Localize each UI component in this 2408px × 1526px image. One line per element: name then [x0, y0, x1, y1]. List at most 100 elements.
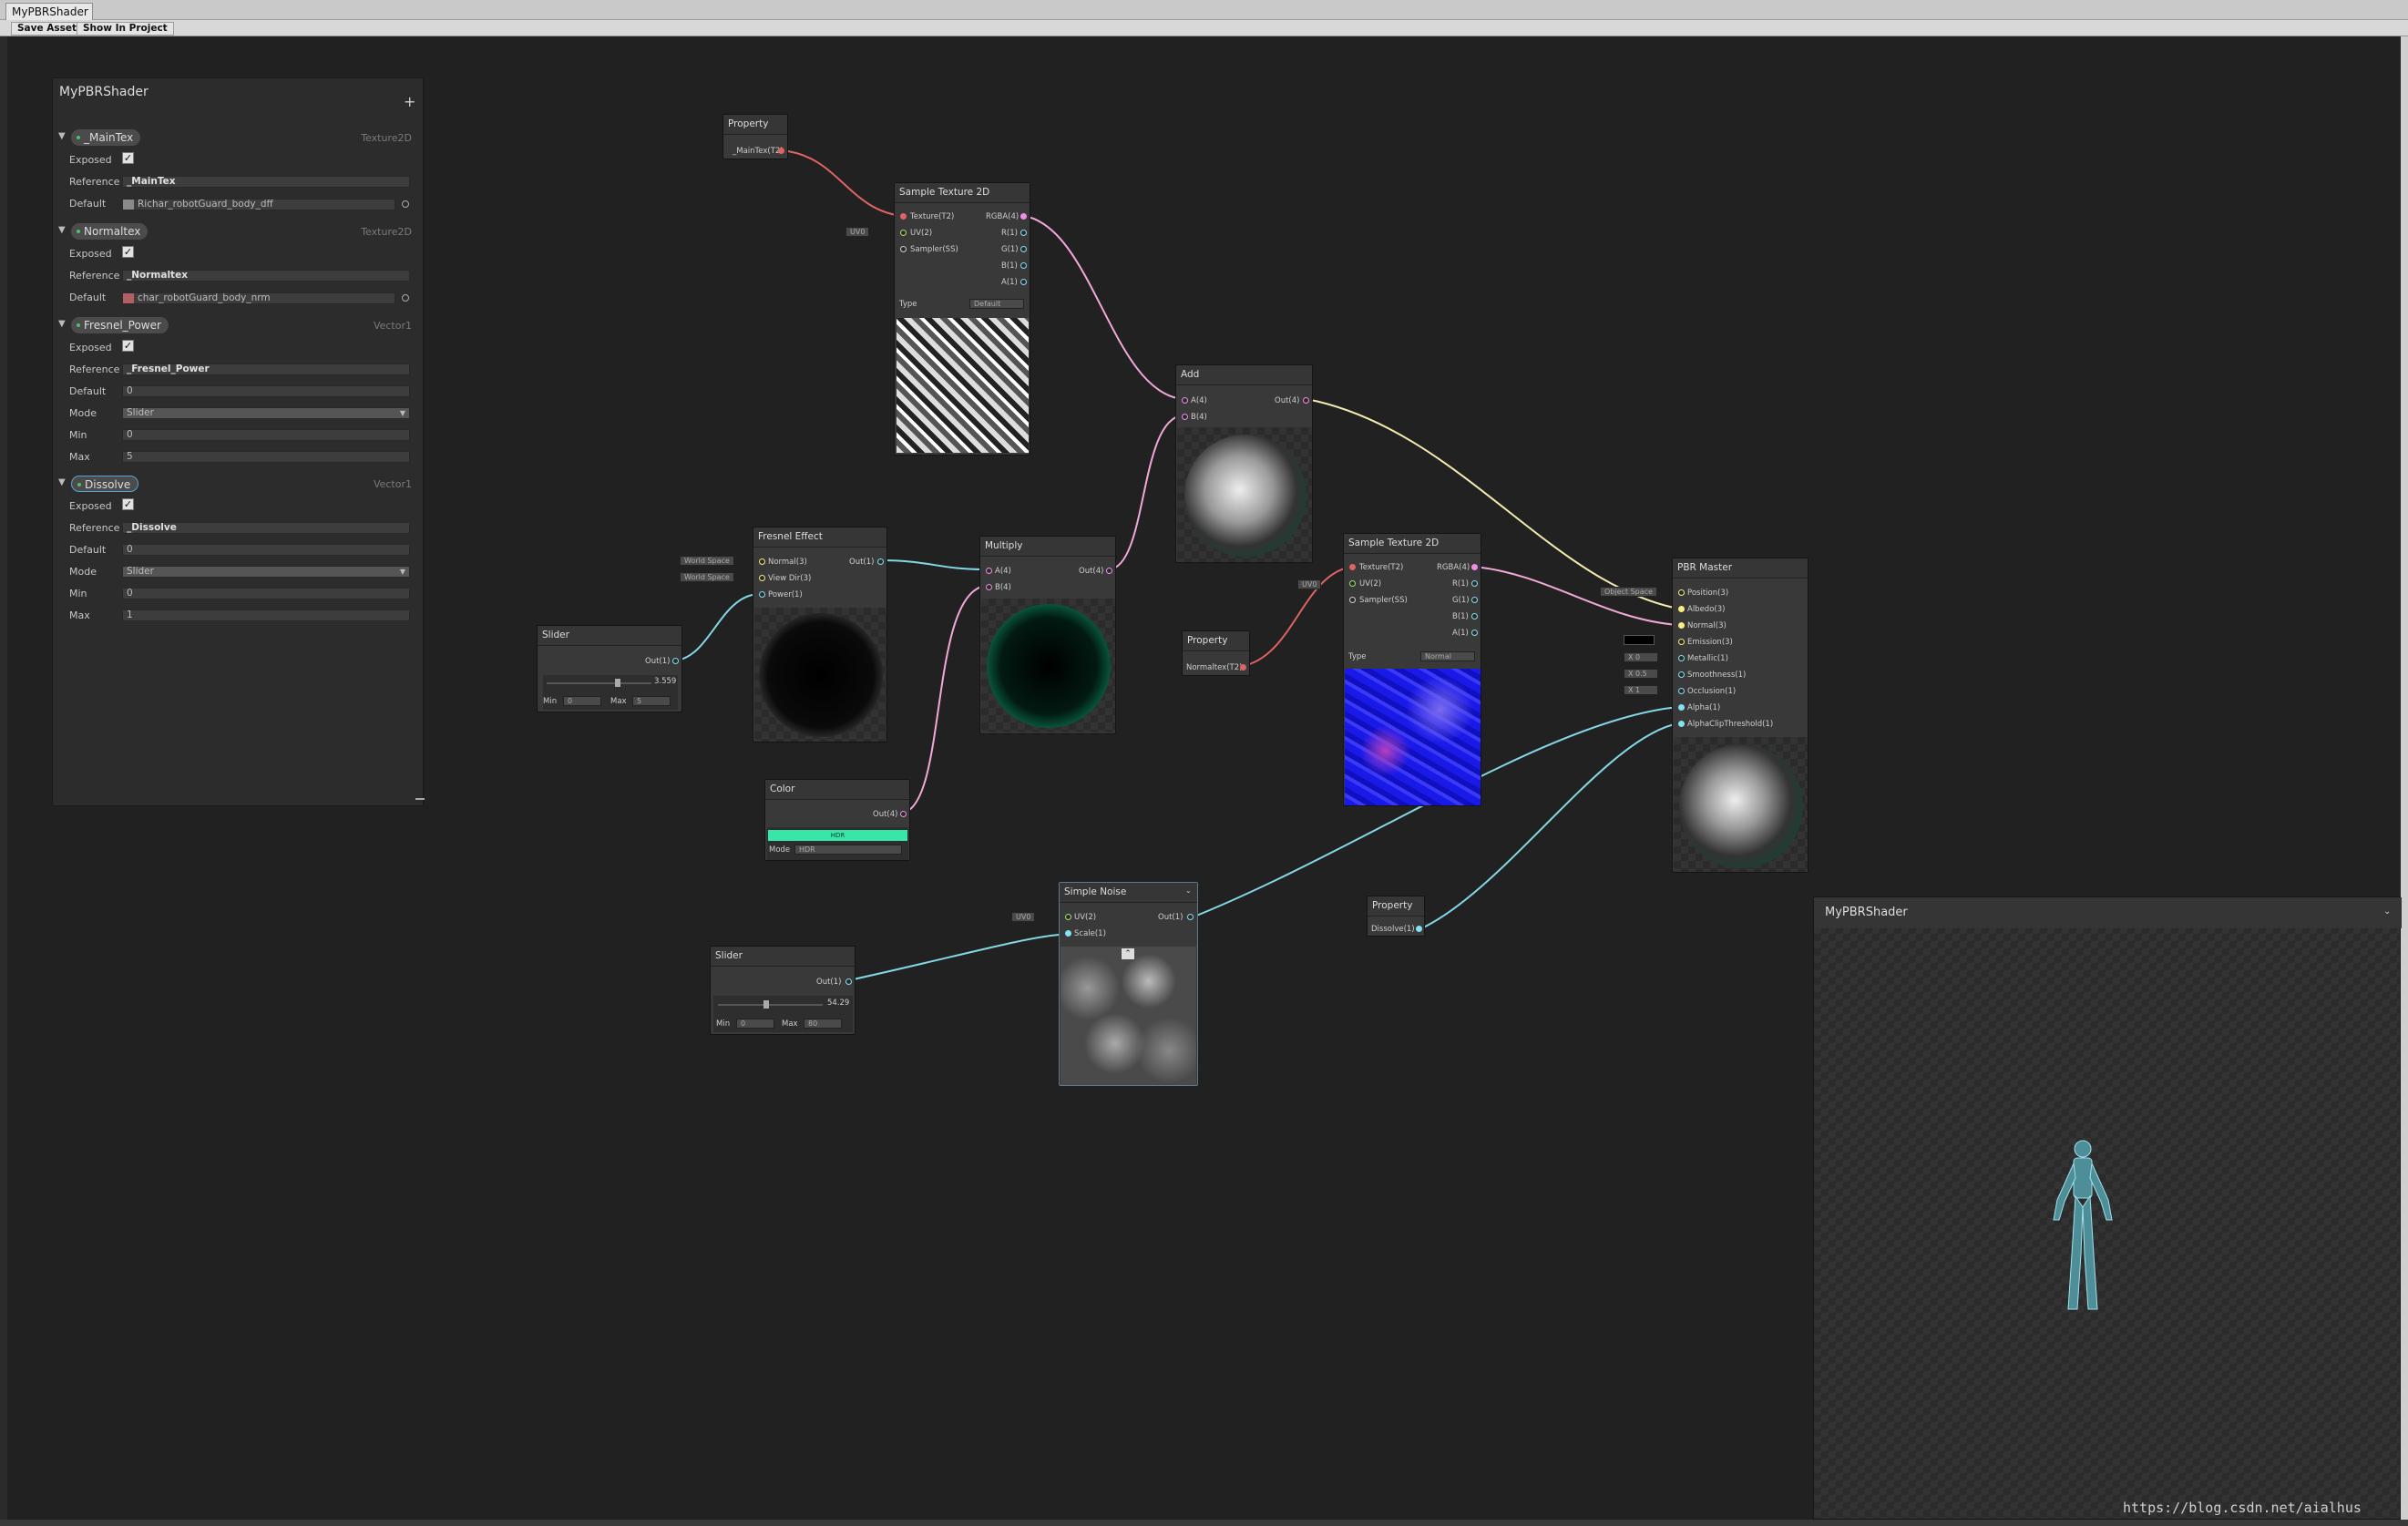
chevron-down-icon[interactable]: ▼	[58, 225, 66, 235]
max-field[interactable]: 80	[804, 1019, 842, 1029]
input-port[interactable]	[1678, 671, 1685, 678]
reference-field[interactable]: _Normaltex	[122, 270, 410, 282]
output-port[interactable]	[1471, 580, 1478, 587]
output-port[interactable]	[1303, 397, 1309, 404]
chevron-down-icon[interactable]: ▼	[58, 319, 66, 329]
input-port[interactable]	[1065, 930, 1071, 937]
chevron-down-icon[interactable]: ▼	[58, 477, 66, 487]
output-port[interactable]	[1471, 613, 1478, 620]
metallic-value[interactable]: X 0	[1624, 652, 1658, 662]
default-texture-field[interactable]: Richar_robotGuard_body_dff	[122, 199, 395, 210]
output-port[interactable]	[1471, 564, 1478, 570]
min-field[interactable]: 0	[736, 1019, 774, 1029]
property-node-normaltex[interactable]: Property Normaltex(T2)	[1182, 630, 1250, 676]
slider-node-fresnel[interactable]: Slider Out(1) 3.559 Min 0 Max 5	[537, 625, 682, 712]
resize-handle[interactable]	[415, 798, 425, 800]
property-pill[interactable]: Fresnel_Power	[71, 317, 169, 333]
multiply-node[interactable]: Multiply A(4) B(4) Out(4)	[979, 536, 1116, 734]
add-property-button[interactable]: +	[404, 93, 415, 110]
output-port[interactable]	[1020, 262, 1027, 269]
mode-dropdown[interactable]: HDR	[794, 845, 902, 855]
output-port[interactable]	[1471, 630, 1478, 636]
input-port[interactable]	[1182, 414, 1188, 420]
input-port[interactable]	[759, 558, 765, 565]
exposed-checkbox[interactable]: ✓	[122, 152, 134, 164]
sample-texture-2d-node[interactable]: Sample Texture 2D Texture(T2) UV(2) Samp…	[894, 182, 1030, 456]
output-port[interactable]	[1187, 914, 1194, 920]
slider-value[interactable]: 3.559	[654, 677, 676, 686]
default-field[interactable]: 0	[122, 544, 410, 556]
property-header-maintex[interactable]: ▼ _MainTex Texture2D	[53, 129, 425, 148]
main-preview-panel[interactable]: MyPBRShader ⌄	[1813, 896, 2402, 1520]
input-port[interactable]	[986, 568, 992, 574]
reference-field[interactable]: _MainTex	[122, 176, 410, 188]
output-port[interactable]	[672, 658, 679, 664]
input-port[interactable]	[1678, 622, 1685, 629]
output-port[interactable]	[1020, 279, 1027, 285]
slider-node-noise[interactable]: Slider Out(1) 54.29 Min 0 Max 80	[710, 946, 856, 1035]
input-port[interactable]	[1678, 688, 1685, 694]
default-field[interactable]: 0	[122, 385, 410, 397]
object-picker-icon[interactable]	[402, 294, 409, 302]
output-port[interactable]	[1416, 926, 1422, 932]
color-swatch[interactable]: HDR	[768, 830, 907, 841]
type-dropdown[interactable]: Normal	[1420, 651, 1475, 661]
slider-track[interactable]	[547, 682, 651, 684]
output-port[interactable]	[1020, 246, 1027, 252]
emission-color-swatch[interactable]	[1624, 635, 1655, 645]
type-dropdown[interactable]: Default	[969, 299, 1024, 309]
output-port[interactable]	[845, 978, 852, 985]
color-node[interactable]: Color Out(4) HDR Mode HDR	[764, 779, 910, 861]
output-port[interactable]	[1240, 664, 1246, 671]
exposed-checkbox[interactable]: ✓	[122, 246, 134, 258]
slider-thumb[interactable]	[763, 1000, 769, 1009]
input-port[interactable]	[1349, 580, 1356, 587]
output-port[interactable]	[1020, 230, 1027, 236]
output-port[interactable]	[1020, 213, 1027, 220]
input-port[interactable]	[1678, 639, 1685, 645]
property-node-maintex[interactable]: Property _MainTex(T2)	[722, 114, 788, 159]
input-port[interactable]	[900, 213, 907, 220]
property-header-dissolve[interactable]: ▼ Dissolve Vector1	[53, 476, 425, 494]
input-port[interactable]	[1678, 606, 1685, 612]
input-port[interactable]	[1678, 704, 1685, 711]
property-pill[interactable]: Normaltex	[71, 223, 149, 240]
input-port[interactable]	[1678, 589, 1685, 596]
input-port[interactable]	[1678, 721, 1685, 727]
slider-track[interactable]	[718, 1004, 823, 1006]
exposed-checkbox[interactable]: ✓	[122, 340, 134, 352]
occlusion-value[interactable]: X 1	[1624, 685, 1658, 695]
add-node[interactable]: Add A(4) B(4) Out(4)	[1175, 364, 1313, 563]
input-port[interactable]	[759, 575, 765, 581]
chevron-down-icon[interactable]: ⌄	[2383, 906, 2391, 917]
exposed-checkbox[interactable]: ✓	[122, 498, 134, 510]
slider-thumb[interactable]	[615, 679, 620, 687]
input-port[interactable]	[986, 584, 992, 590]
input-port[interactable]	[1065, 914, 1071, 920]
output-port[interactable]	[877, 558, 884, 565]
input-port[interactable]	[1182, 397, 1188, 404]
max-field[interactable]: 1	[122, 609, 410, 621]
fresnel-effect-node[interactable]: Fresnel Effect Normal(3) View Dir(3) Pow…	[753, 527, 887, 743]
simple-noise-node[interactable]: Simple Noise ⌄ UV(2) Scale(1) Out(1) ⌃	[1059, 882, 1198, 1086]
input-port[interactable]	[1349, 564, 1356, 570]
min-field[interactable]: 0	[563, 696, 601, 706]
collapse-preview-icon[interactable]: ⌃	[1122, 948, 1134, 959]
chevron-down-icon[interactable]: ▼	[58, 131, 66, 141]
min-field[interactable]: 0	[122, 429, 410, 441]
sample-texture-2d-normal-node[interactable]: Sample Texture 2D Texture(T2) UV(2) Samp…	[1343, 533, 1481, 806]
reference-field[interactable]: _Dissolve	[122, 522, 410, 534]
chevron-down-icon[interactable]: ⌄	[1185, 886, 1192, 895]
reference-field[interactable]: _Fresnel_Power	[122, 364, 410, 375]
input-port[interactable]	[1678, 655, 1685, 661]
slider-value[interactable]: 54.29	[827, 999, 849, 1008]
output-port[interactable]	[1471, 597, 1478, 603]
max-field[interactable]: 5	[122, 451, 410, 463]
mode-dropdown[interactable]: Slider ▼	[122, 566, 410, 578]
input-port[interactable]	[1349, 597, 1356, 603]
input-port[interactable]	[900, 246, 907, 252]
property-node-dissolve[interactable]: Property Dissolve(1)	[1367, 896, 1425, 937]
default-texture-field[interactable]: char_robotGuard_body_nrm	[122, 292, 395, 304]
property-pill[interactable]: _MainTex	[71, 129, 141, 146]
output-port[interactable]	[778, 148, 784, 154]
